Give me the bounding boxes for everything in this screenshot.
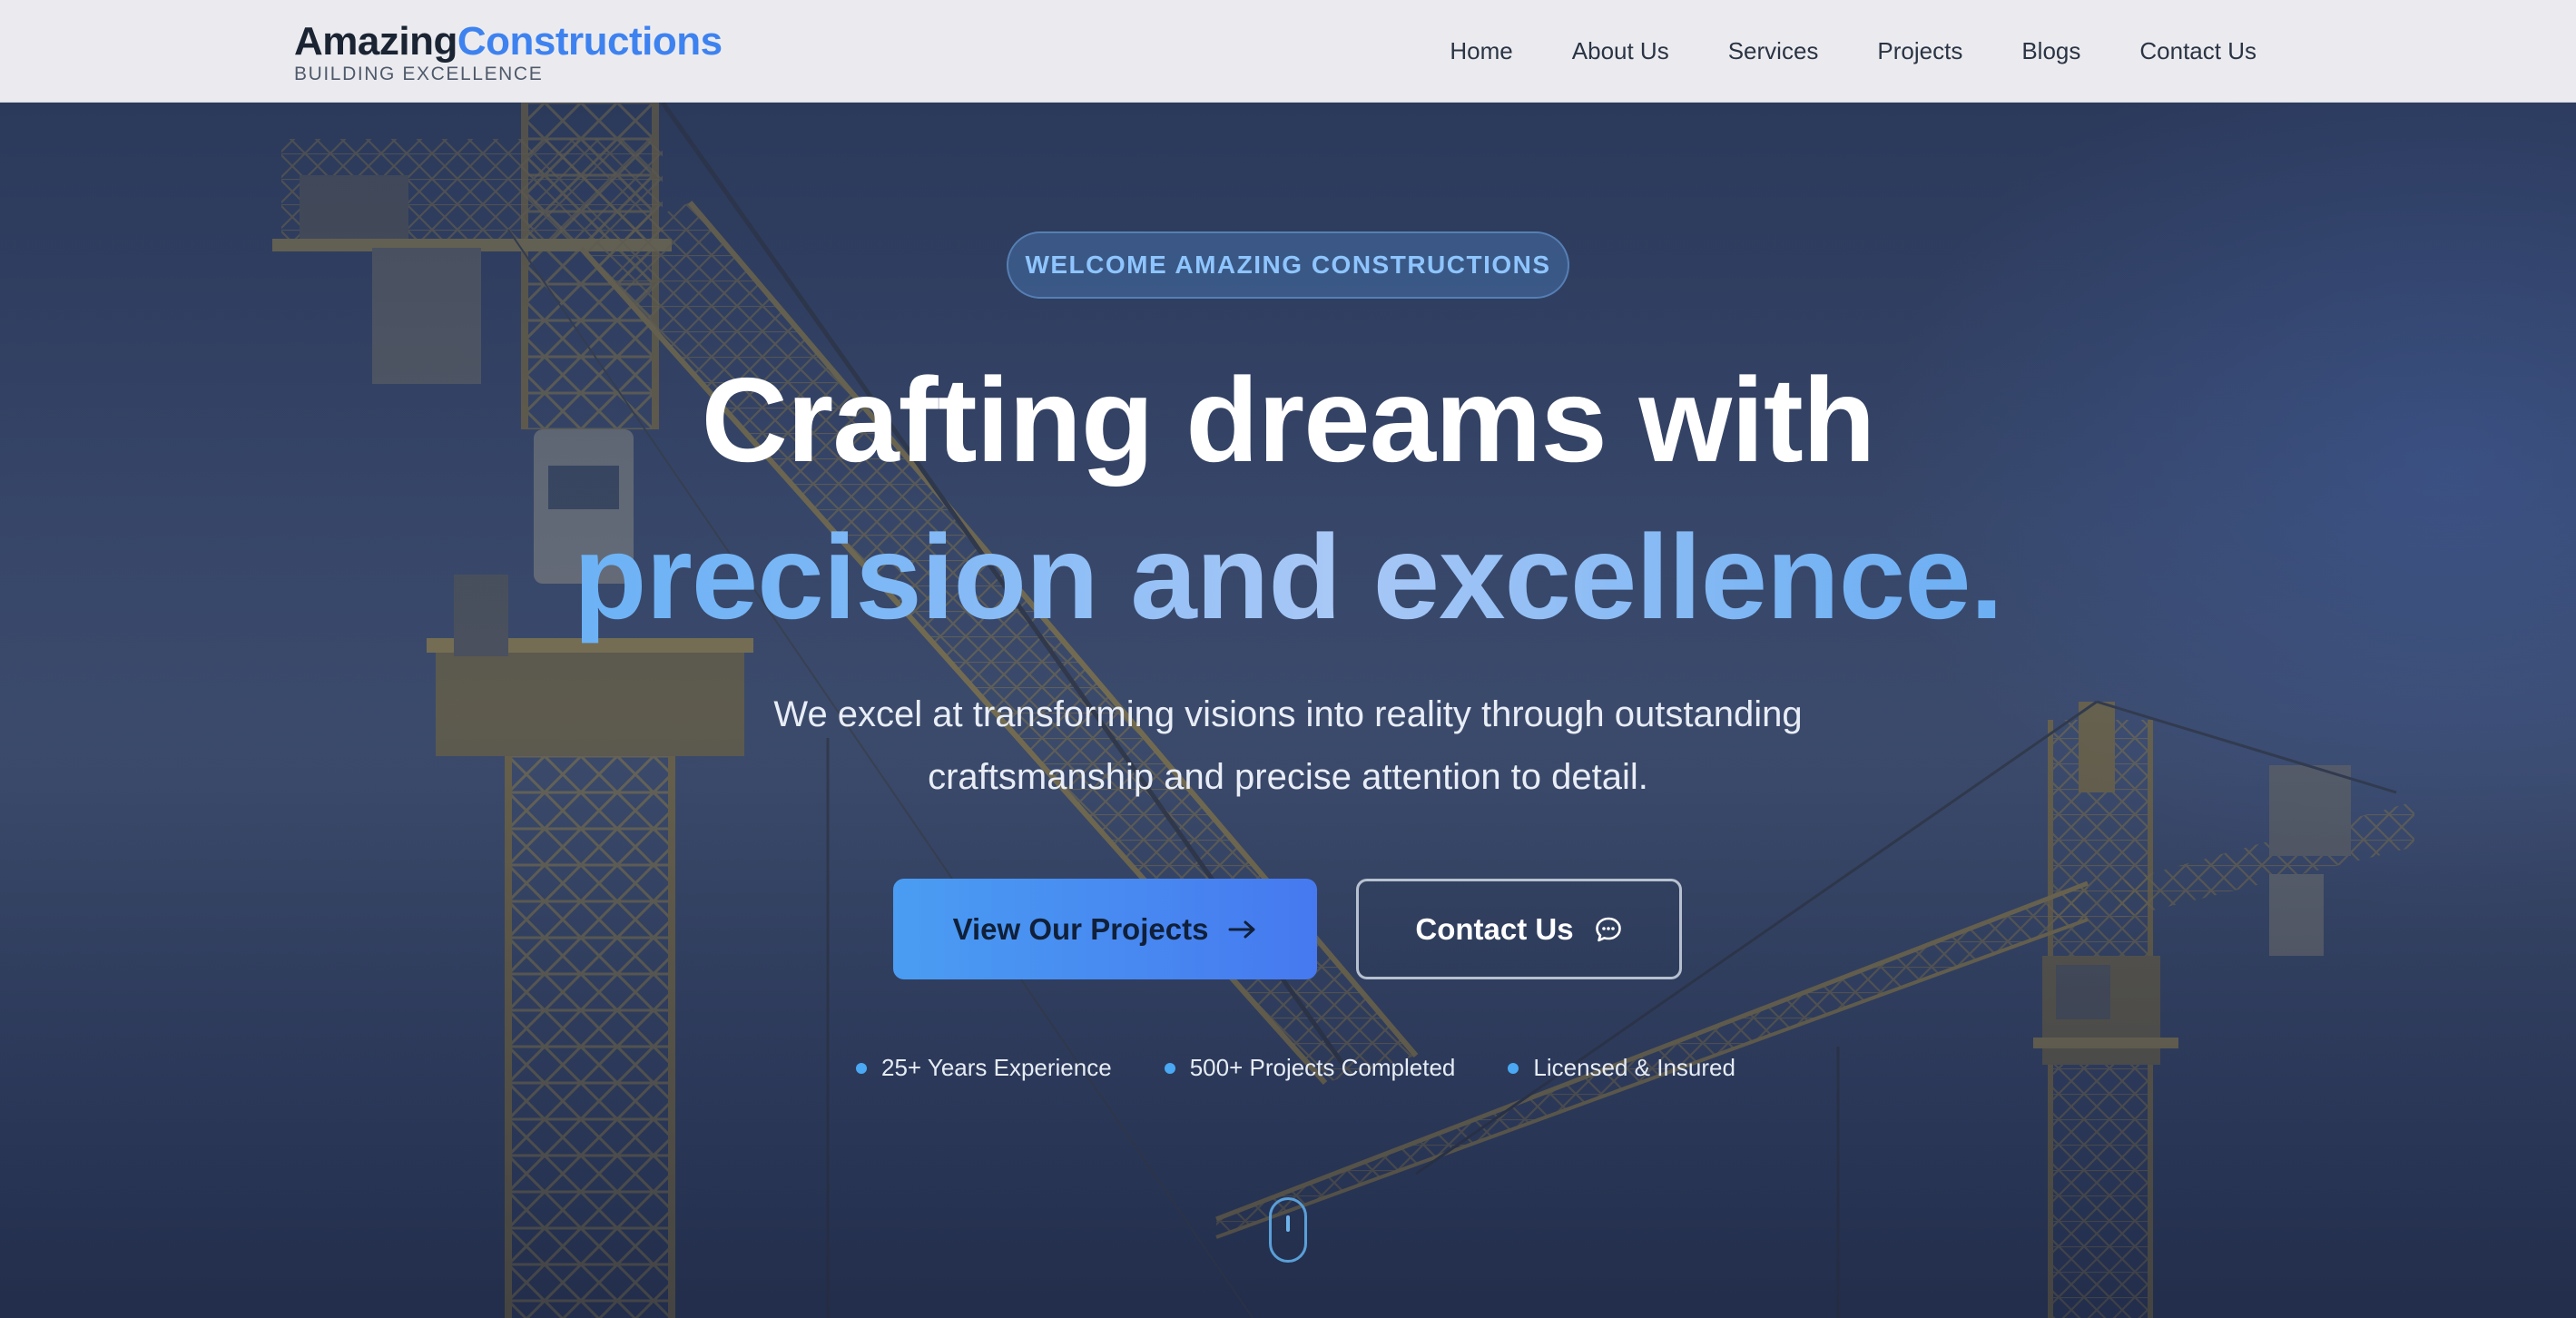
stat-item: 500+ Projects Completed xyxy=(1164,1054,1456,1082)
nav-item-projects[interactable]: Projects xyxy=(1877,37,1962,65)
bullet-dot-icon xyxy=(856,1062,867,1074)
brand-name-part2: Constructions xyxy=(457,19,723,64)
view-projects-label: View Our Projects xyxy=(952,911,1209,946)
scroll-wheel xyxy=(1286,1215,1290,1232)
hero-headline-line1: Crafting dreams with xyxy=(701,353,1876,487)
nav-item-home[interactable]: Home xyxy=(1450,37,1512,65)
contact-us-label: Contact Us xyxy=(1415,911,1574,946)
view-projects-button[interactable]: View Our Projects xyxy=(893,879,1317,979)
site-header: AmazingConstructions BUILDING EXCELLENCE… xyxy=(0,0,2576,103)
bullet-dot-icon xyxy=(1508,1062,1519,1074)
brand-name-part1: Amazing xyxy=(294,19,457,64)
hero-subtext: We excel at transforming visions into re… xyxy=(773,694,1803,797)
mouse-scroll-icon[interactable] xyxy=(1269,1197,1307,1263)
stat-years-experience: 25+ Years Experience xyxy=(881,1054,1112,1081)
nav-item-blogs[interactable]: Blogs xyxy=(2021,37,2080,65)
stat-item: Licensed & Insured xyxy=(1508,1054,1735,1082)
hero-section: WELCOME AMAZING CONSTRUCTIONS Crafting d… xyxy=(0,103,2576,1318)
stat-licensed-insured: Licensed & Insured xyxy=(1533,1054,1735,1081)
contact-us-button[interactable]: Contact Us xyxy=(1356,879,1682,979)
welcome-badge: WELCOME AMAZING CONSTRUCTIONS xyxy=(1007,231,1569,299)
nav-item-services[interactable]: Services xyxy=(1728,37,1819,65)
main-nav: Home About Us Services Projects Blogs Co… xyxy=(1450,0,2256,103)
hero-stats: 25+ Years Experience 500+ Projects Compl… xyxy=(856,1054,1735,1082)
bullet-dot-icon xyxy=(1164,1062,1175,1074)
arrow-right-icon xyxy=(1228,920,1257,939)
brand-tagline: BUILDING EXCELLENCE xyxy=(294,64,544,84)
stat-item: 25+ Years Experience xyxy=(856,1054,1112,1082)
hero-headline-line2: precision and excellence. xyxy=(0,509,2576,645)
stat-projects-completed: 500+ Projects Completed xyxy=(1189,1054,1456,1081)
chat-bubble-icon xyxy=(1594,915,1623,944)
nav-item-about-us[interactable]: About Us xyxy=(1572,37,1669,65)
nav-item-contact-us[interactable]: Contact Us xyxy=(2139,37,2256,65)
brand-logo[interactable]: AmazingConstructions BUILDING EXCELLENCE xyxy=(294,18,723,85)
brand-name: AmazingConstructions xyxy=(294,18,723,65)
